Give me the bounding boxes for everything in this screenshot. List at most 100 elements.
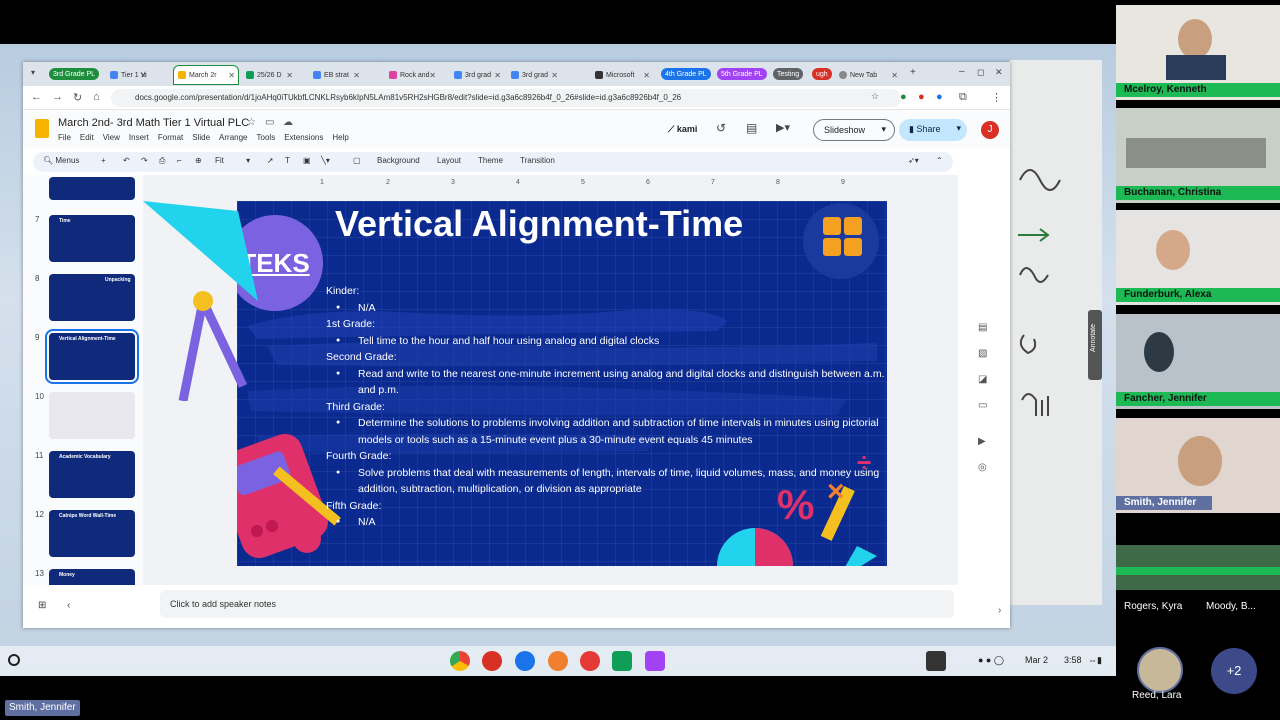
calendar-icon[interactable]: ▤	[978, 322, 987, 333]
url-field[interactable]: docs.google.com/presentation/d/1joAHq0iT…	[111, 89, 901, 107]
tab-4[interactable]: EB strat ✕	[309, 65, 363, 85]
collapse-toolbar-icon[interactable]: ⌃	[936, 156, 943, 165]
layout-button[interactable]: Layout	[437, 156, 461, 165]
menu-format[interactable]: Format	[158, 133, 183, 142]
maximize-icon[interactable]: ◻	[977, 67, 984, 78]
minimize-icon[interactable]: –	[959, 66, 965, 77]
screen-share-icon[interactable]	[926, 651, 946, 671]
extension-icon[interactable]: ●	[900, 91, 907, 103]
background-button[interactable]: Background	[377, 156, 420, 165]
menu-help[interactable]: Help	[332, 133, 348, 142]
history-icon[interactable]: ↺	[716, 121, 726, 135]
slide-thumbnail[interactable]: Academic Vocabulary	[49, 451, 135, 498]
reload-icon[interactable]: ↻	[73, 91, 82, 104]
select-tool-icon[interactable]: ➚	[267, 156, 274, 165]
youtube-icon[interactable]: ▶	[978, 436, 986, 447]
slide-thumbnail[interactable]	[49, 177, 135, 200]
print-icon[interactable]: ⎙	[159, 156, 165, 166]
app-icon[interactable]	[580, 651, 600, 671]
tab-7[interactable]: 3rd grad ✕	[507, 65, 561, 85]
network-icon[interactable]: ⇔▮	[1088, 655, 1102, 666]
status-tray-icons[interactable]: ● ● ◯	[978, 655, 1004, 666]
extensions-puzzle-icon[interactable]: ⧉	[959, 91, 967, 104]
collapse-filmstrip-icon[interactable]: ‹	[67, 600, 70, 611]
speaker-notes[interactable]: Click to add speaker notes	[160, 590, 954, 618]
tab-group-3rd-grade-pl[interactable]: 3rd Grade PL	[49, 68, 100, 80]
date-text[interactable]: Mar 2	[1025, 655, 1048, 665]
kami-button[interactable]: ⟋ kami	[668, 124, 697, 135]
tab-8[interactable]: Microsoft ✕	[591, 65, 653, 85]
tab-1[interactable]: Tier 1 Vi ✕	[106, 65, 150, 85]
tasks-icon[interactable]: ◪	[978, 374, 987, 385]
files-app-icon[interactable]	[548, 651, 568, 671]
participant-avatar[interactable]	[1137, 647, 1183, 693]
extension-icon[interactable]: ●	[936, 91, 943, 103]
close-icon[interactable]: ✕	[891, 71, 898, 80]
participant-tile[interactable]: Fancher, Jennifer	[1116, 314, 1280, 409]
slide-thumbnail[interactable]	[49, 392, 135, 439]
grid-view-icon[interactable]: ⊞	[38, 600, 46, 611]
tab-group-5th-grade-pl[interactable]: 5th Grade PL	[717, 68, 767, 80]
theme-button[interactable]: Theme	[478, 156, 503, 165]
image-icon[interactable]: ▣	[303, 156, 311, 165]
tab-6[interactable]: 3rd grad ✕	[450, 65, 504, 85]
slide-thumbnail[interactable]: Money	[49, 569, 135, 585]
transition-button[interactable]: Transition	[520, 156, 555, 165]
tab-3[interactable]: 25/26 D ✕	[242, 65, 296, 85]
close-window-icon[interactable]: ✕	[995, 67, 1003, 78]
tab-group-4th-grade-pl[interactable]: 4th Grade PL	[661, 68, 711, 80]
close-icon[interactable]: ✕	[494, 71, 501, 80]
star-icon[interactable]: ☆	[247, 117, 256, 128]
share-button[interactable]: ▮ Share ▾	[899, 119, 967, 141]
new-slide-icon[interactable]: +	[101, 156, 106, 165]
paint-format-icon[interactable]: ⌐	[177, 156, 182, 165]
document-title[interactable]: March 2nd- 3rd Math Tier 1 Virtual PLC	[58, 117, 249, 129]
extension-icon[interactable]: ●	[918, 91, 925, 103]
bookmark-star-icon[interactable]: ☆	[871, 91, 879, 102]
kebab-menu-icon[interactable]: ⋮	[991, 91, 1002, 104]
time-text[interactable]: 3:58	[1064, 655, 1082, 665]
move-folder-icon[interactable]: ▭	[265, 117, 274, 128]
new-tab-plus-icon[interactable]: +	[910, 67, 916, 78]
close-icon[interactable]: ✕	[140, 71, 147, 80]
app-icon[interactable]	[645, 651, 665, 671]
close-icon[interactable]: ✕	[551, 71, 558, 80]
participant-tile[interactable]: Buchanan, Christina	[1116, 108, 1280, 203]
more-participants-button[interactable]: +2	[1211, 648, 1257, 694]
zoom-icon[interactable]: ⊕	[195, 156, 202, 165]
pdf-app-icon[interactable]	[482, 651, 502, 671]
hide-side-panel-icon[interactable]: ›	[998, 605, 1001, 616]
menu-slide[interactable]: Slide	[192, 133, 210, 142]
menu-tools[interactable]: Tools	[257, 133, 276, 142]
participant-tile[interactable]: Funderburk, Alexa	[1116, 210, 1280, 305]
annotate-handle[interactable]: Annotate	[1088, 310, 1102, 380]
tab-5[interactable]: Rock and ✕	[385, 65, 439, 85]
back-icon[interactable]: ←	[31, 91, 42, 103]
tab-group-testing[interactable]: Testing	[773, 68, 804, 80]
tab-search-icon[interactable]: ▾	[31, 68, 35, 77]
slides-logo-icon[interactable]	[35, 119, 49, 138]
tab-new[interactable]: New Tab ✕	[835, 65, 901, 85]
slide-thumbnail-selected[interactable]: Vertical Alignment-Time	[45, 329, 139, 384]
menu-extensions[interactable]: Extensions	[284, 133, 323, 142]
contacts-icon[interactable]: ▭	[978, 400, 987, 411]
slide-thumbnail[interactable]: Catnips Word Wall-Time	[49, 510, 135, 557]
comment-add-icon[interactable]: ▢	[353, 156, 361, 165]
account-avatar[interactable]: J	[981, 121, 999, 139]
close-icon[interactable]: ✕	[643, 71, 650, 80]
tab-2-active[interactable]: March 2r ✕	[173, 65, 239, 85]
close-icon[interactable]: ✕	[228, 71, 235, 80]
home-icon[interactable]: ⌂	[93, 91, 100, 103]
classroom-app-icon[interactable]	[612, 651, 632, 671]
participant-tile[interactable]	[1116, 545, 1280, 590]
current-slide[interactable]: % × ÷ TEKS Vertical Alignment-Time Kinde…	[237, 201, 887, 566]
menu-edit[interactable]: Edit	[80, 133, 94, 142]
redo-icon[interactable]: ↷	[141, 156, 148, 165]
menu-file[interactable]: File	[58, 133, 71, 142]
drive-app-icon[interactable]	[515, 651, 535, 671]
close-icon[interactable]: ✕	[286, 71, 293, 80]
forward-icon[interactable]: →	[52, 91, 63, 103]
text-box-icon[interactable]: T	[285, 156, 290, 165]
slide-thumbnail[interactable]: Unpacking	[49, 274, 135, 321]
search-menus-button[interactable]: 🔍︎ Menus	[43, 156, 79, 165]
